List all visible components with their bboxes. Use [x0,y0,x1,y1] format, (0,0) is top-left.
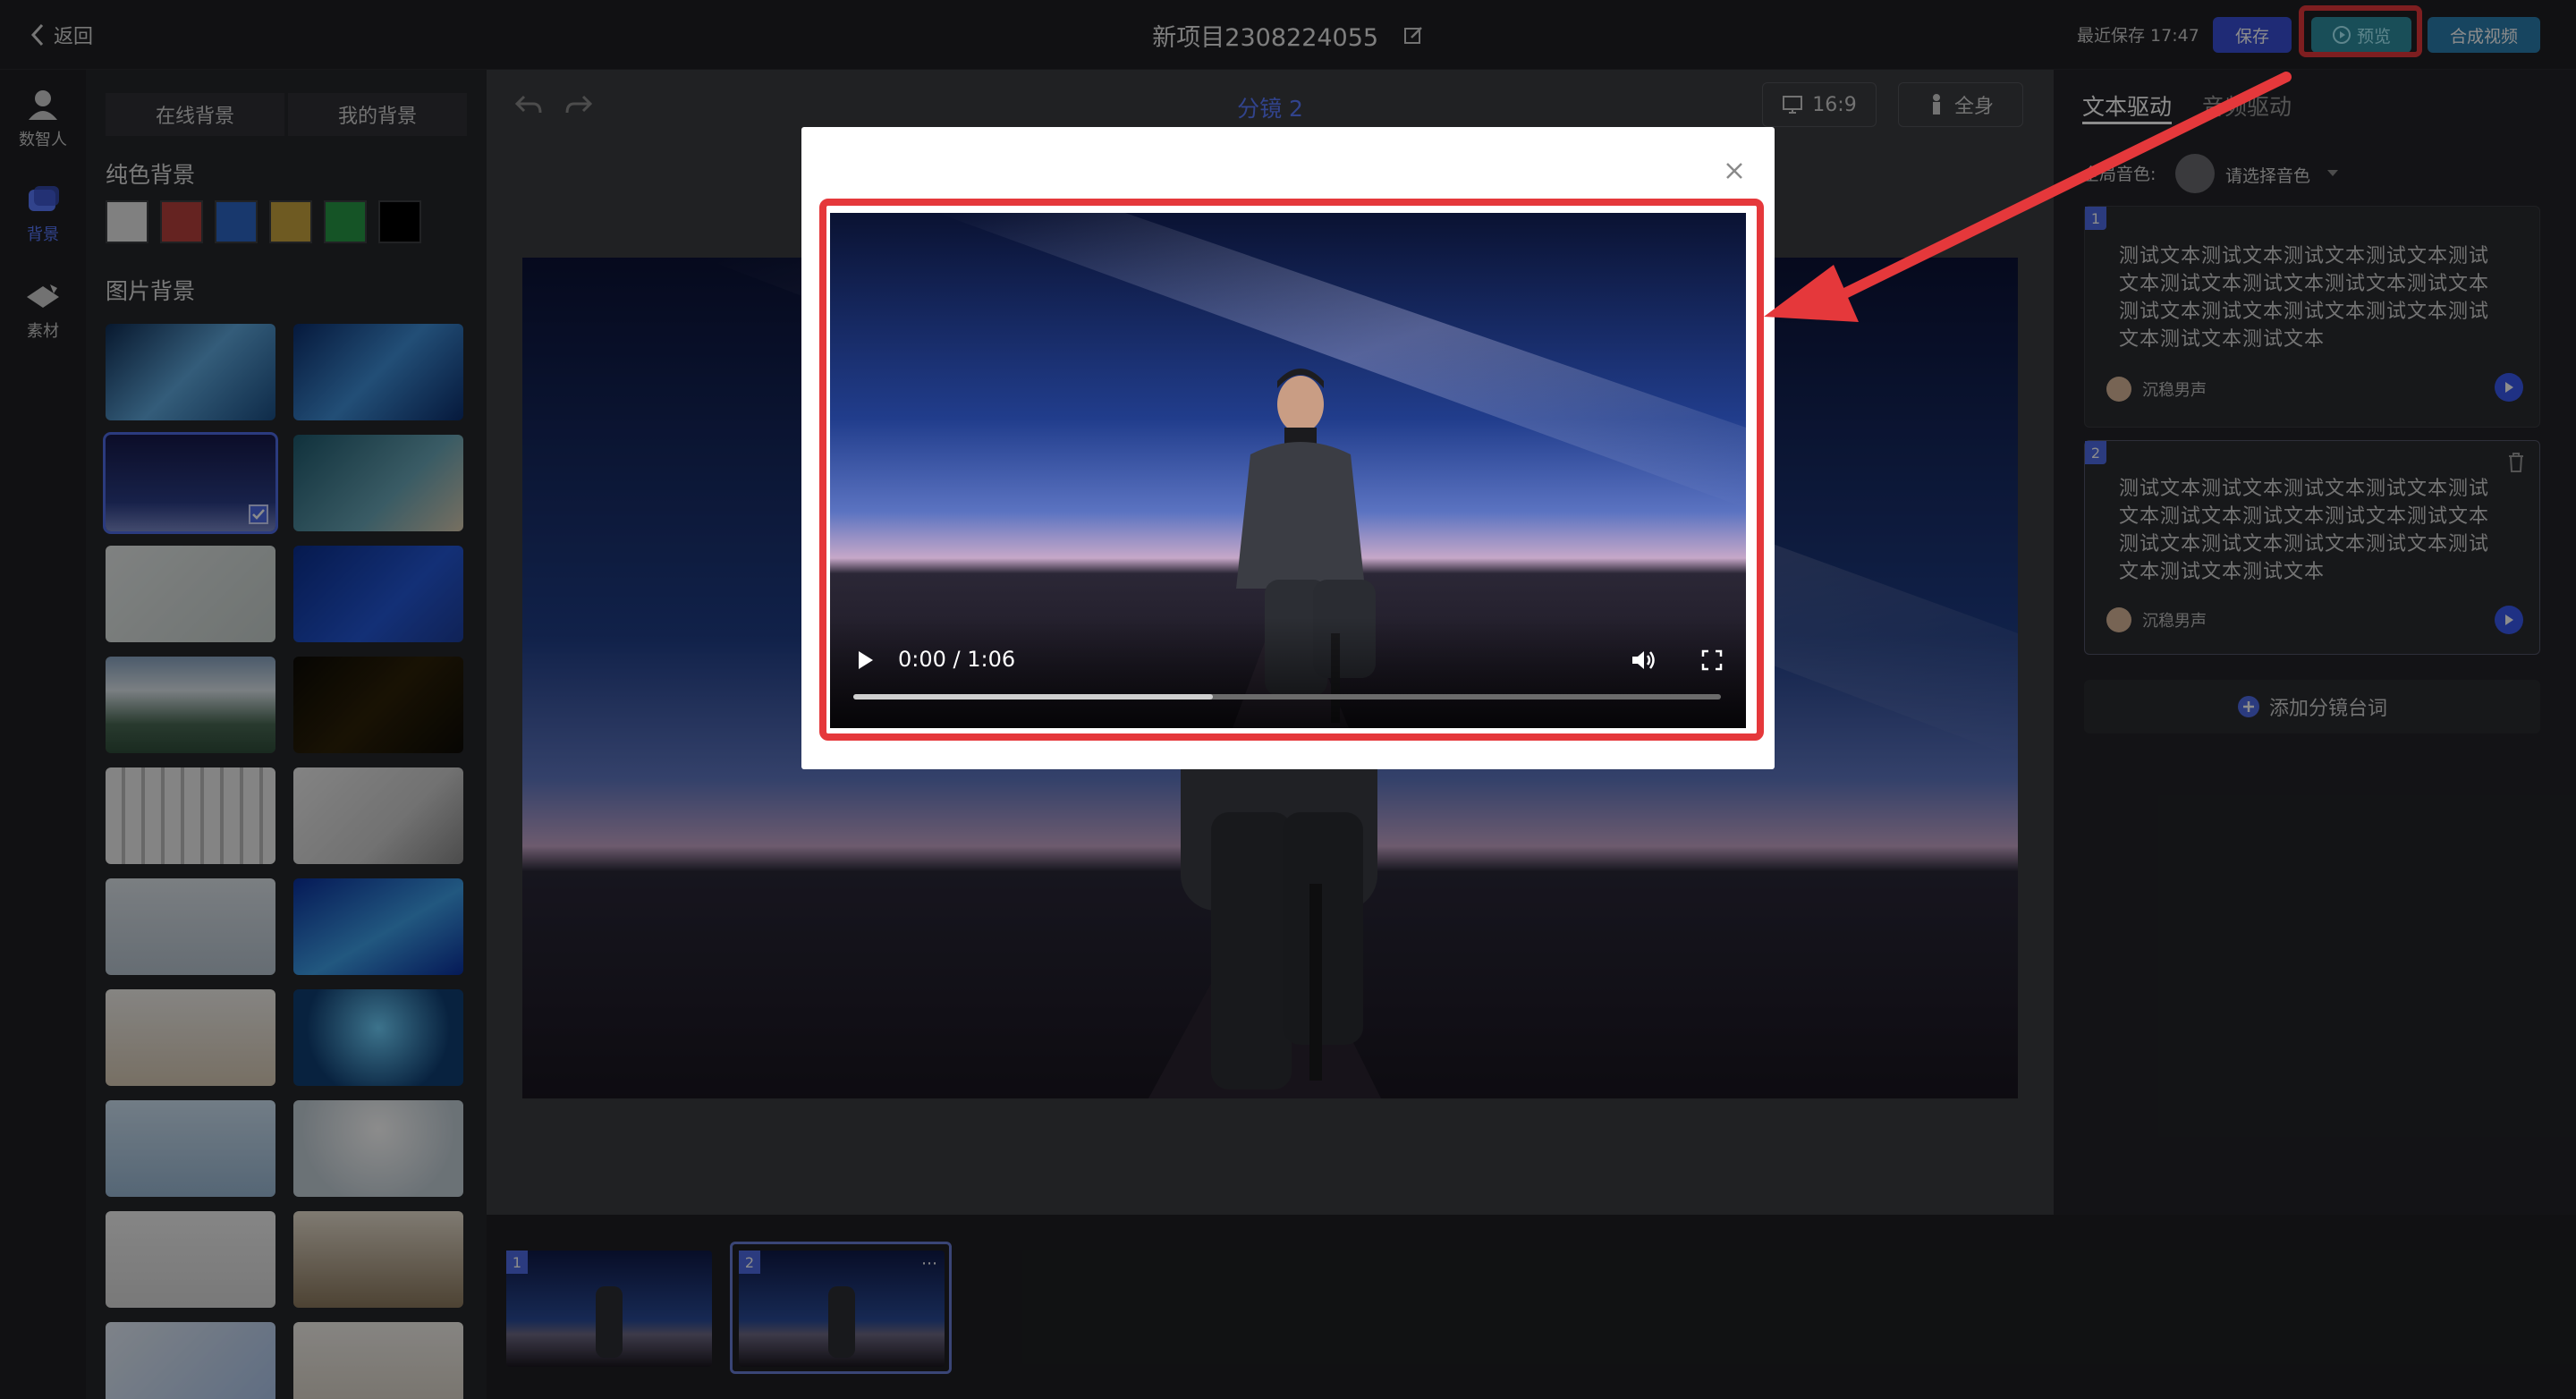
annotation-arrow [1764,72,2292,322]
